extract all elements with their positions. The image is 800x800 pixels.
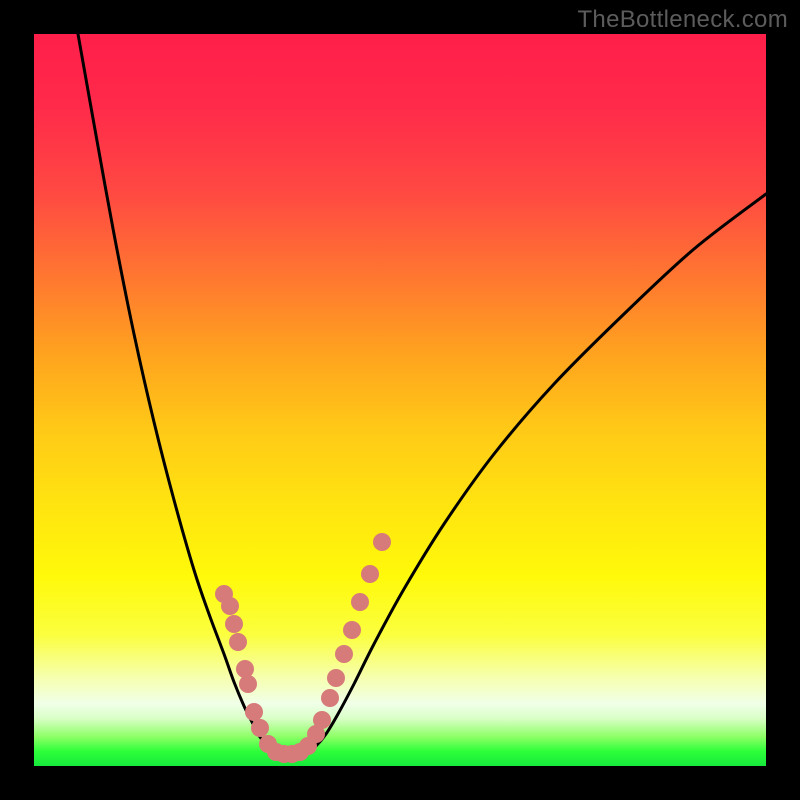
plot-area bbox=[34, 34, 766, 766]
marker-dot bbox=[245, 703, 263, 721]
marker-dot bbox=[361, 565, 379, 583]
curve-layer bbox=[34, 34, 766, 766]
marker-dot bbox=[225, 615, 243, 633]
marker-dot bbox=[351, 593, 369, 611]
marker-dot bbox=[335, 645, 353, 663]
marker-dot bbox=[229, 633, 247, 651]
series-group bbox=[78, 34, 766, 755]
marker-dot bbox=[373, 533, 391, 551]
watermark-text: TheBottleneck.com bbox=[577, 6, 788, 34]
marker-dot bbox=[343, 621, 361, 639]
bottleneck-curve bbox=[78, 34, 766, 755]
marker-dot bbox=[251, 719, 269, 737]
marker-dot bbox=[239, 675, 257, 693]
marker-dot bbox=[221, 597, 239, 615]
marker-dot bbox=[236, 660, 254, 678]
marker-dot bbox=[327, 669, 345, 687]
markers-group bbox=[215, 533, 391, 763]
chart-frame: TheBottleneck.com bbox=[0, 0, 800, 800]
marker-dot bbox=[321, 689, 339, 707]
marker-dot bbox=[313, 711, 331, 729]
